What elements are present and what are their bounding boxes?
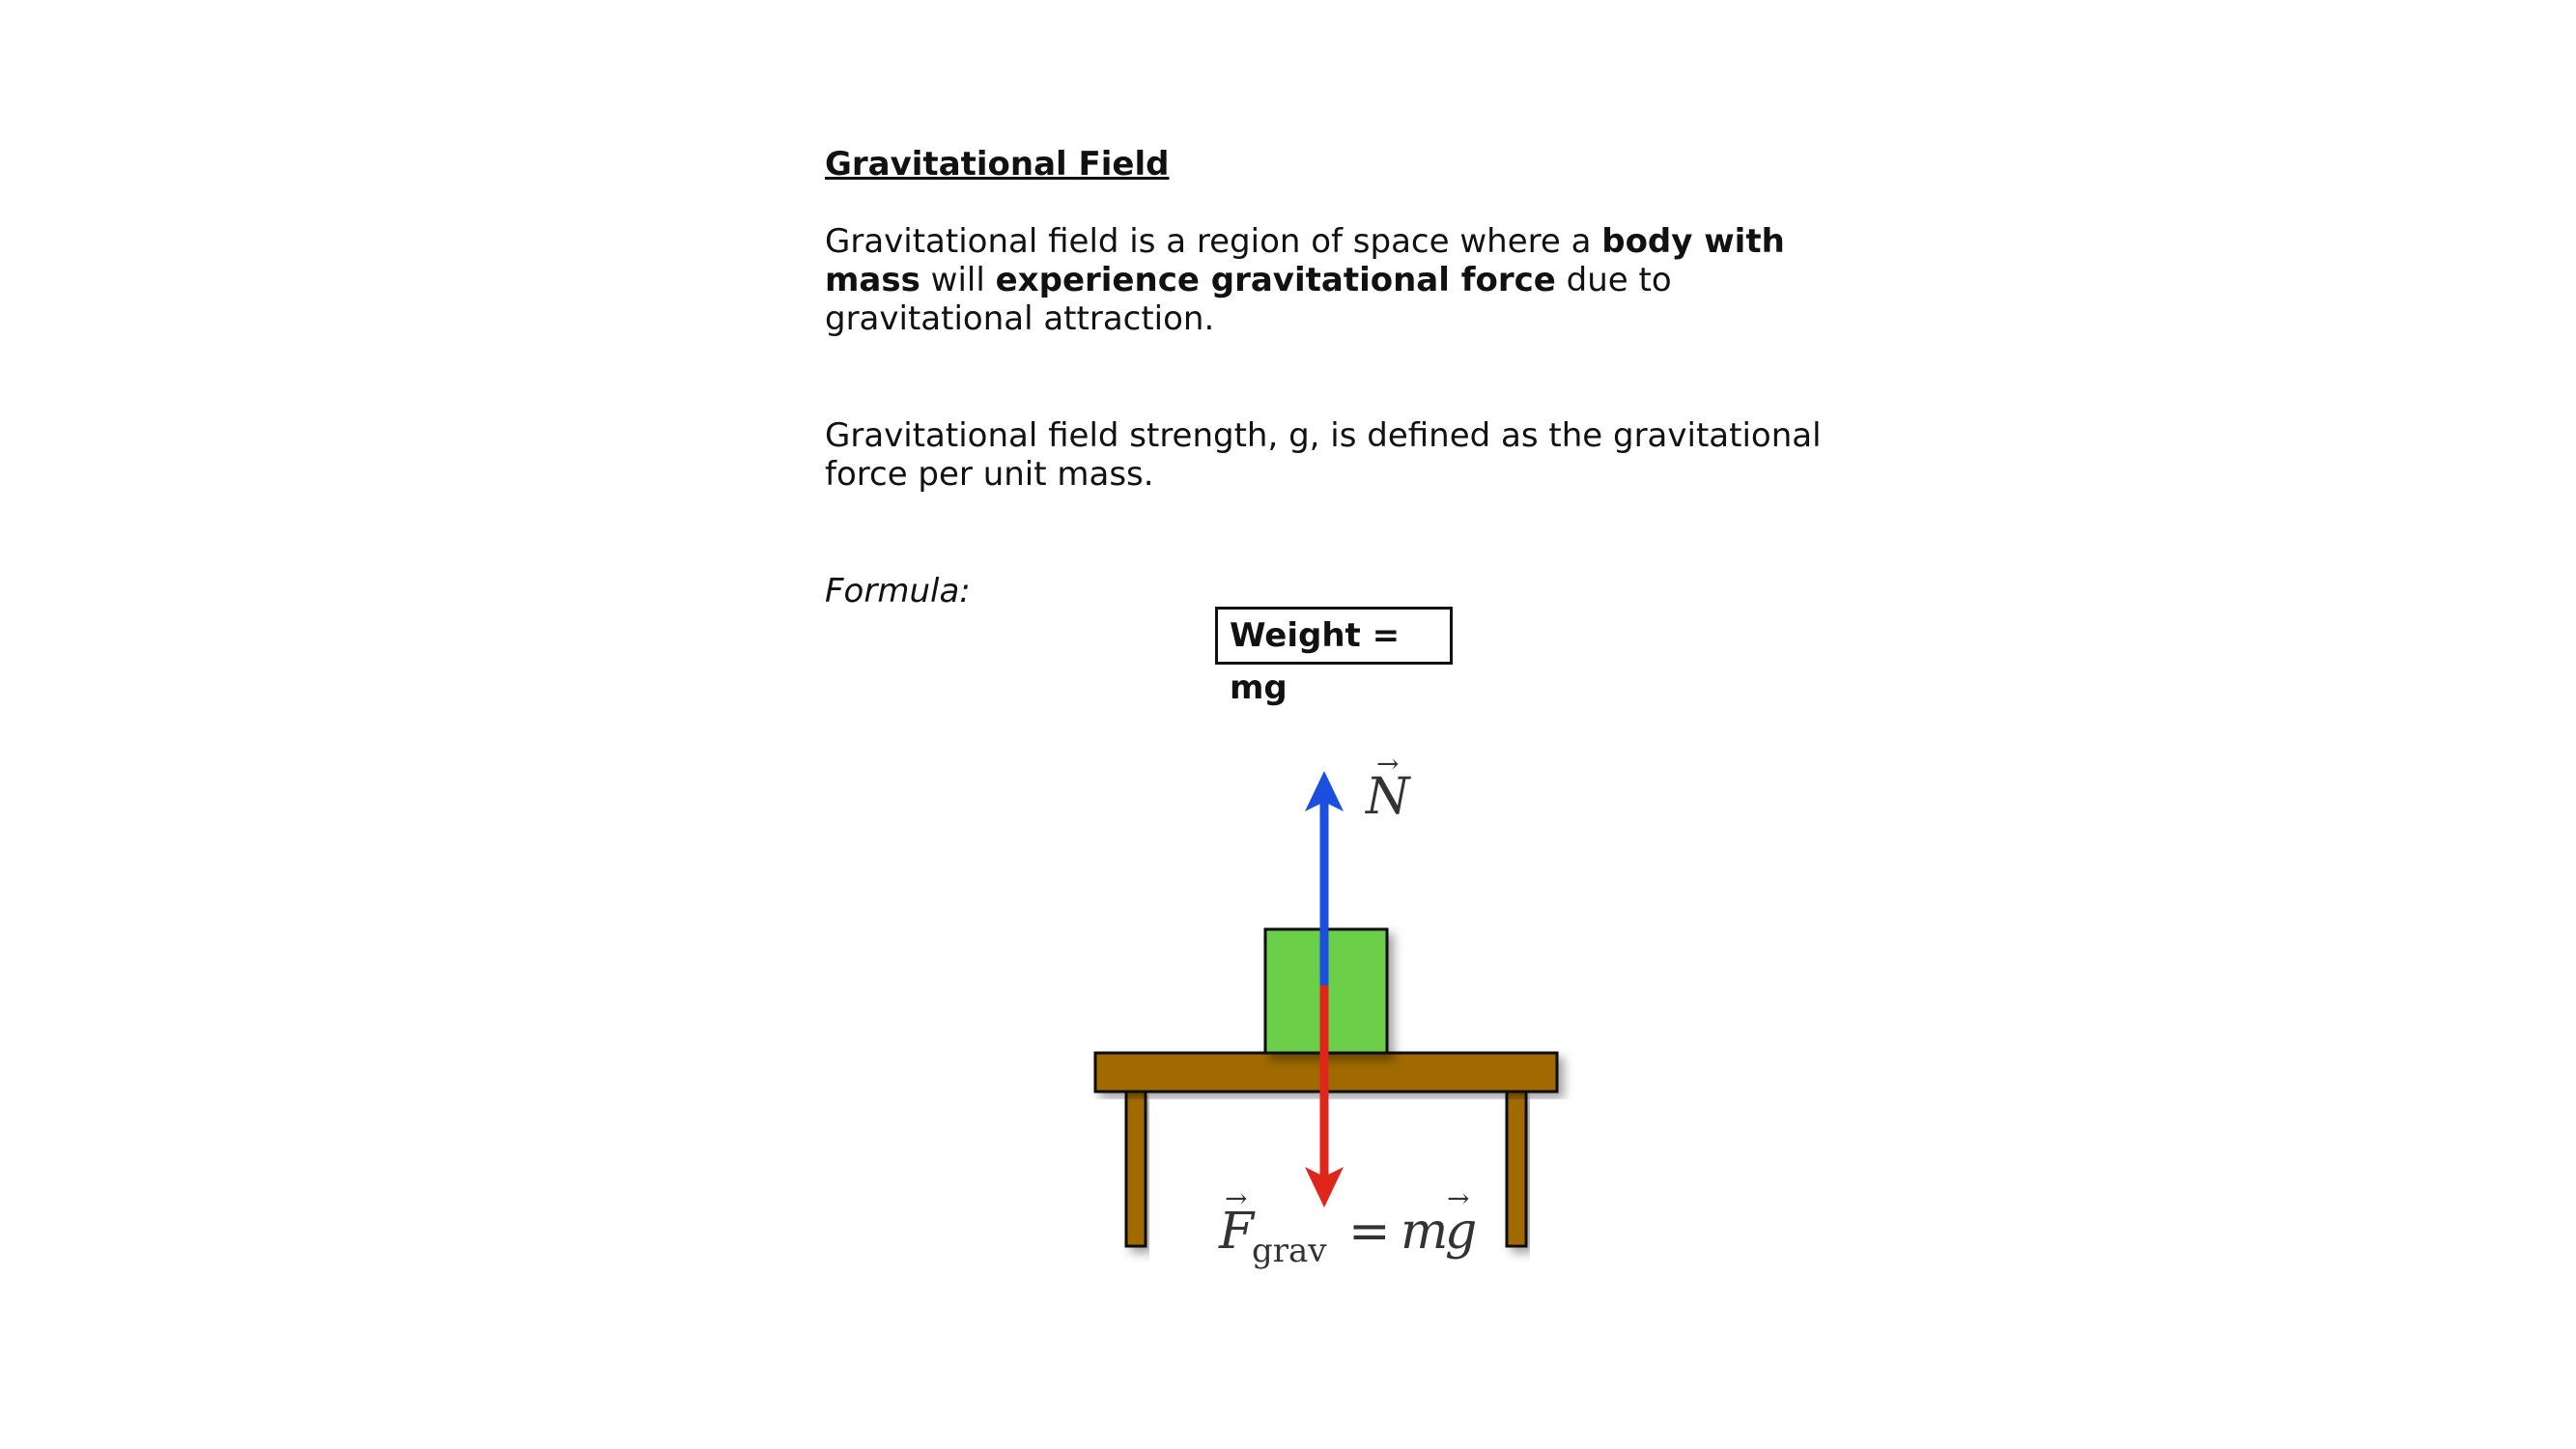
field-strength-paragraph: Gravitational field strength, g, is defi… [825, 416, 1822, 494]
formula-label: Formula: [825, 572, 971, 611]
definition-text-1: Gravitational field is a region of space… [825, 222, 1602, 261]
gravity-equals-sign: = [1348, 1203, 1391, 1261]
definition-bold-2: experience gravitational force [995, 261, 1556, 299]
slide-content: Gravitational Field Gravitational field … [825, 145, 1849, 611]
gravity-mass-symbol: m [1401, 1203, 1448, 1261]
gravity-force-vector-mark: → [1225, 1182, 1247, 1214]
definition-paragraph: Gravitational field is a region of space… [825, 222, 1849, 338]
slide: Gravitational Field Gravitational field … [0, 0, 2576, 1449]
table-leg-left [1124, 1090, 1147, 1248]
gravity-force-subscript: grav [1252, 1232, 1327, 1270]
formula-box: Weight = mg [1215, 607, 1453, 707]
force-diagram: N → F → grav = m g → [1062, 744, 1603, 1285]
normal-force-vector-mark: → [1376, 748, 1399, 780]
page-title: Gravitational Field [825, 145, 1170, 184]
gravity-g-vector-mark: → [1447, 1182, 1469, 1214]
definition-text-2: will [920, 261, 996, 299]
force-diagram-svg: N → F → grav = m g → [1093, 748, 1559, 1270]
table-leg-right [1505, 1090, 1528, 1248]
